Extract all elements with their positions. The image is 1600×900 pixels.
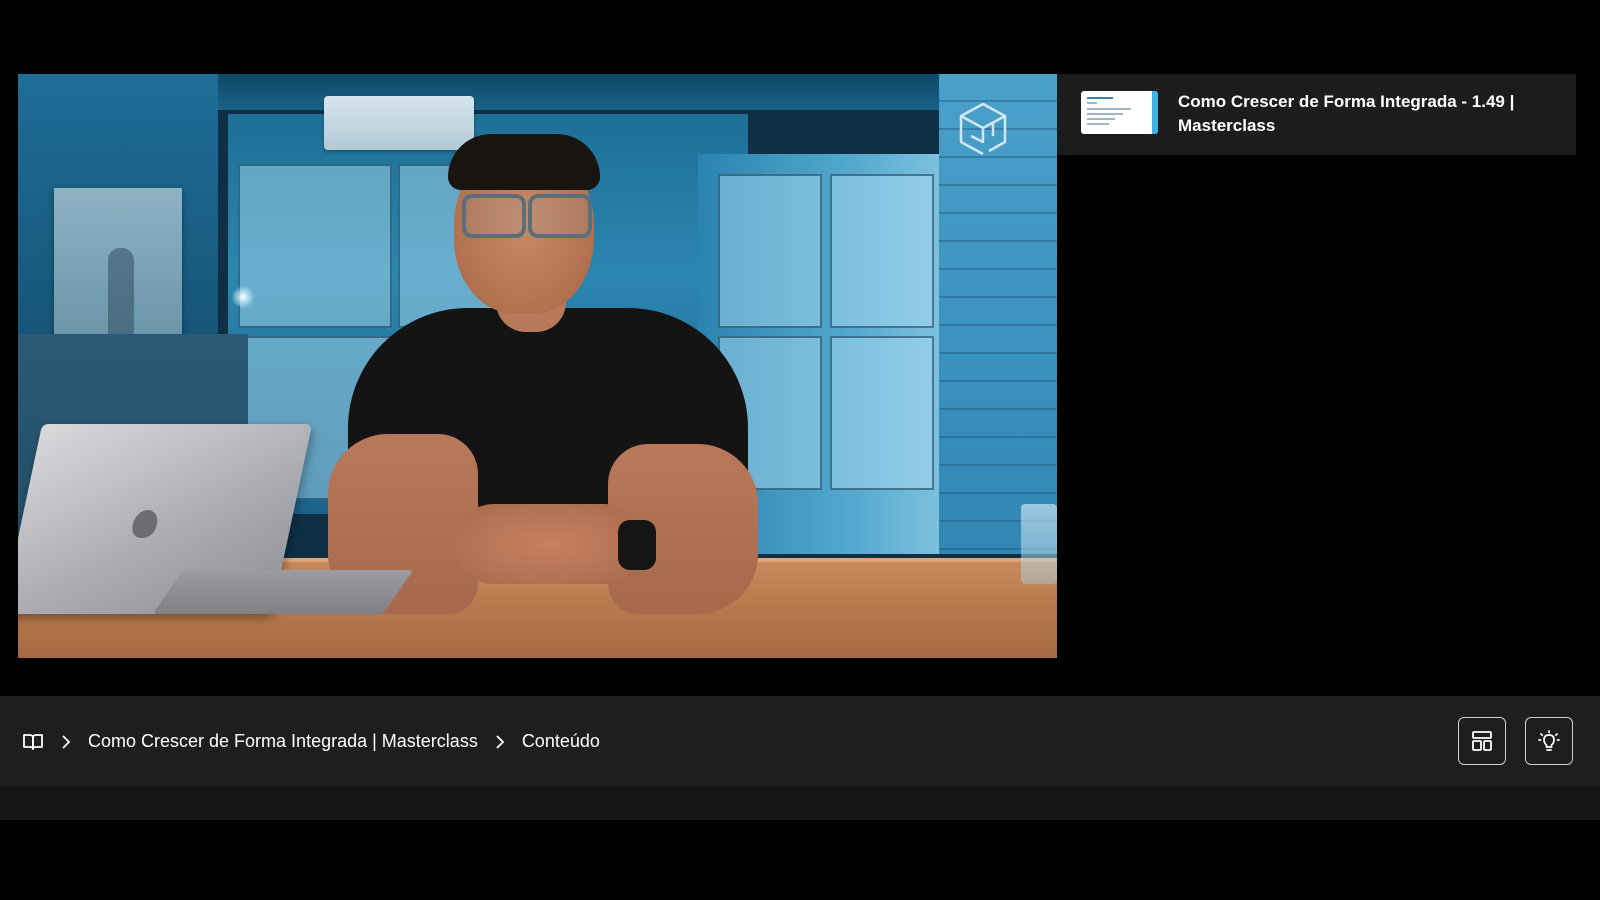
- breadcrumb-bar: Como Crescer de Forma Integrada | Master…: [0, 696, 1600, 787]
- video-scene-presenter-hair: [448, 134, 600, 190]
- video-scene-laptop-base: [152, 570, 414, 614]
- app-root: Como Crescer de Forma Integrada - 1.49 |…: [0, 0, 1600, 900]
- video-scene-pane: [830, 336, 934, 490]
- thumbnail-line: [1087, 108, 1131, 110]
- video-scene-watch: [618, 520, 656, 570]
- video-scene-pane: [830, 174, 934, 328]
- thumbnail-line: [1087, 113, 1123, 115]
- layout-icon: [1472, 731, 1492, 751]
- video-scene-lens: [462, 194, 526, 238]
- breadcrumb-item-course[interactable]: Como Crescer de Forma Integrada | Master…: [88, 731, 478, 752]
- layout-toggle-button[interactable]: [1458, 717, 1506, 765]
- playlist-item-title: Como Crescer de Forma Integrada - 1.49 |…: [1178, 92, 1515, 135]
- chevron-right-icon: [56, 732, 76, 752]
- video-scene-glass: [1021, 504, 1057, 584]
- thumbnail-line: [1087, 118, 1115, 120]
- chevron-right-icon: [490, 732, 510, 752]
- video-scene-pane: [718, 174, 822, 328]
- breadcrumb-item-content[interactable]: Conteúdo: [522, 731, 600, 752]
- thumbnail-line: [1087, 123, 1109, 125]
- footer-strip: [0, 787, 1600, 820]
- breadcrumb: Como Crescer de Forma Integrada | Master…: [22, 696, 600, 787]
- video-scene-presenter-hands: [454, 504, 644, 584]
- book-icon[interactable]: [22, 731, 44, 753]
- video-frame: [18, 74, 1057, 658]
- video-scene-ac-unit: [324, 96, 474, 150]
- thumbnail-accent: [1152, 91, 1158, 134]
- video-scene-laptop-logo: [129, 510, 160, 538]
- video-scene-pane: [238, 164, 392, 328]
- lightbulb-icon: [1538, 730, 1560, 751]
- video-scene-presenter-glasses: [458, 194, 592, 238]
- slide-thumbnail: [1081, 91, 1158, 134]
- video-scene-lens: [528, 194, 592, 238]
- playlist-item[interactable]: Como Crescer de Forma Integrada - 1.49 |…: [1057, 74, 1576, 155]
- theme-toggle-button[interactable]: [1525, 717, 1573, 765]
- video-player[interactable]: [18, 74, 1057, 658]
- video-scene-light: [232, 286, 254, 308]
- thumbnail-line: [1087, 102, 1097, 104]
- cube-logo-icon: [959, 102, 1007, 156]
- thumbnail-line: [1087, 97, 1113, 99]
